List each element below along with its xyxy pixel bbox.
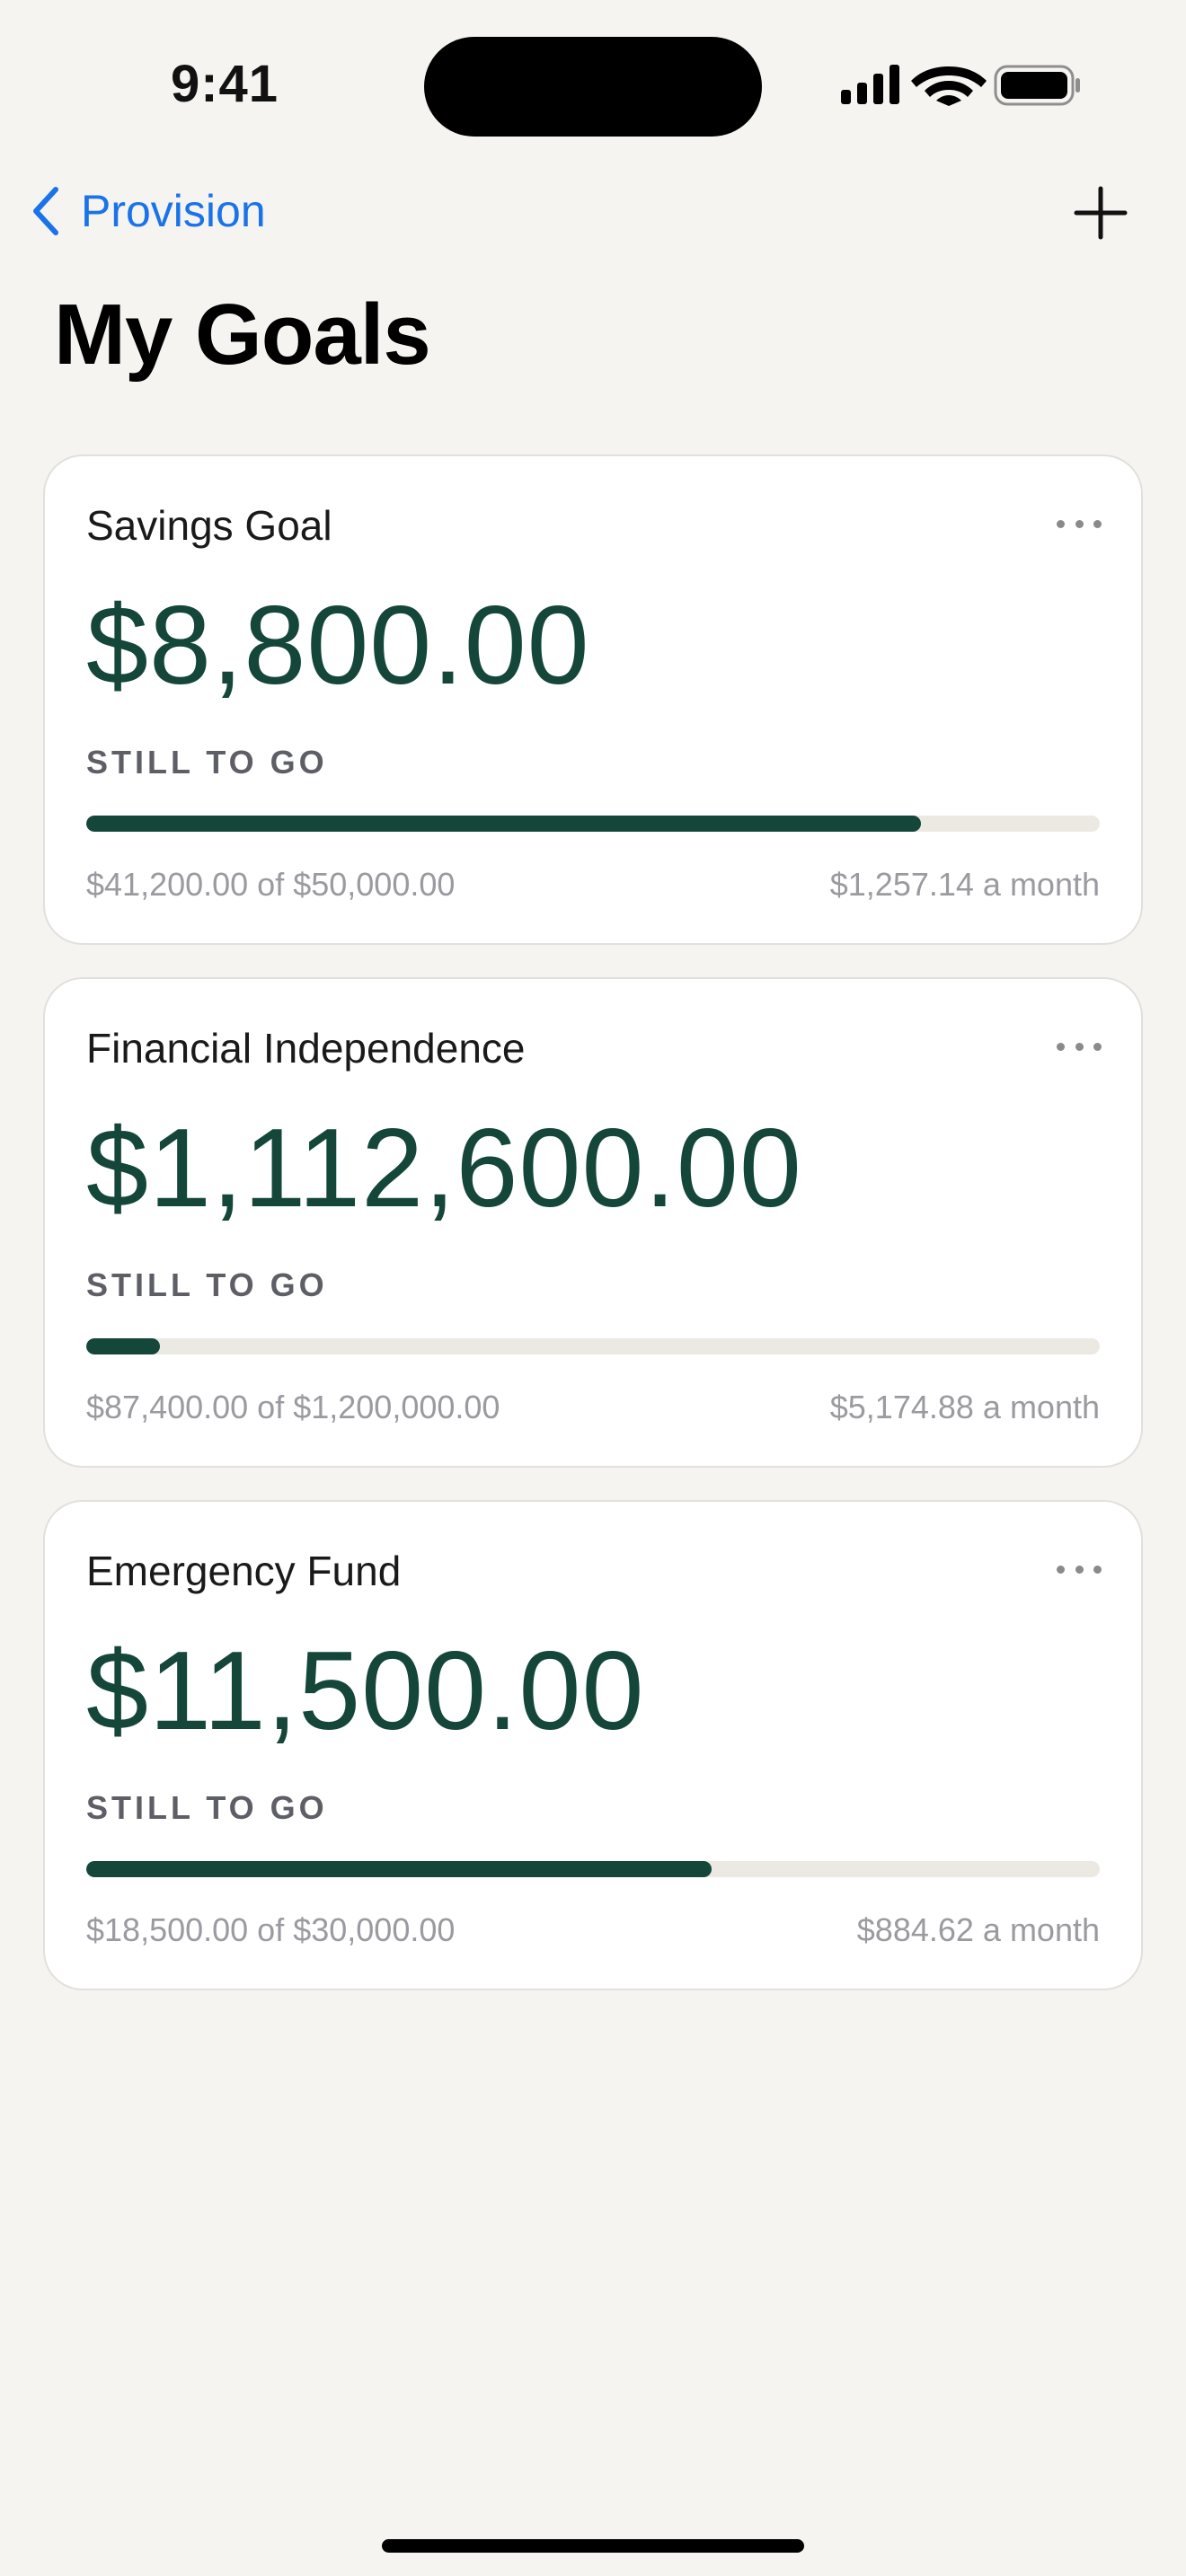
goal-card-emergency-fund[interactable]: Emergency Fund $11,500.00 STILL TO GO $1… [43, 1500, 1143, 1990]
still-to-go-label: STILL TO GO [86, 1266, 328, 1303]
navigation-bar: Provision [0, 171, 1186, 251]
goal-remaining-amount: $8,800.00 [86, 584, 590, 708]
progress-bar [86, 1861, 1100, 1877]
progress-text: $87,400.00 of $1,200,000.00 [86, 1389, 500, 1425]
progress-fill [86, 1861, 712, 1877]
progress-text: $18,500.00 of $30,000.00 [86, 1911, 456, 1948]
battery-icon [994, 65, 1080, 106]
status-time: 9:41 [170, 55, 279, 113]
ellipsis-icon [1057, 519, 1065, 528]
monthly-contribution: $884.62 a month [856, 1911, 1100, 1948]
progress-bar [86, 816, 1100, 832]
monthly-contribution: $5,174.88 a month [829, 1389, 1100, 1425]
wifi-icon [911, 66, 987, 106]
back-button[interactable]: Provision [32, 180, 266, 243]
goal-name: Emergency Fund [86, 1548, 402, 1594]
page-title: My Goals [54, 287, 431, 383]
ellipsis-icon [1057, 1042, 1065, 1051]
progress-fill [86, 816, 922, 832]
progress-bar [86, 1338, 1100, 1354]
cellular-signal-icon [841, 65, 899, 104]
progress-fill [86, 1338, 161, 1354]
status-bar: 9:41 [0, 0, 1186, 171]
goal-remaining-amount: $1,112,600.00 [86, 1107, 802, 1231]
goals-list: Savings Goal $8,800.00 STILL TO GO $41,2… [43, 454, 1143, 2023]
home-indicator [382, 2539, 804, 2553]
more-options-button[interactable] [1057, 510, 1102, 537]
monthly-contribution: $1,257.14 a month [829, 866, 1100, 903]
ellipsis-icon [1057, 1565, 1065, 1574]
goal-card-savings-goal[interactable]: Savings Goal $8,800.00 STILL TO GO $41,2… [43, 454, 1143, 945]
more-options-button[interactable] [1057, 1556, 1102, 1583]
still-to-go-label: STILL TO GO [86, 1789, 328, 1826]
still-to-go-label: STILL TO GO [86, 744, 328, 781]
dynamic-island [424, 37, 762, 137]
status-icons [839, 63, 1082, 108]
plus-icon [1074, 186, 1128, 240]
goal-name: Savings Goal [86, 502, 332, 549]
chevron-left-icon [33, 187, 58, 235]
back-button-label: Provision [81, 186, 266, 236]
goal-card-financial-independence[interactable]: Financial Independence $1,112,600.00 STI… [43, 977, 1143, 1468]
progress-text: $41,200.00 of $50,000.00 [86, 866, 456, 903]
goal-remaining-amount: $11,500.00 [86, 1629, 645, 1753]
more-options-button[interactable] [1057, 1033, 1102, 1060]
add-goal-button[interactable] [1069, 181, 1132, 244]
goal-name: Financial Independence [86, 1025, 526, 1072]
